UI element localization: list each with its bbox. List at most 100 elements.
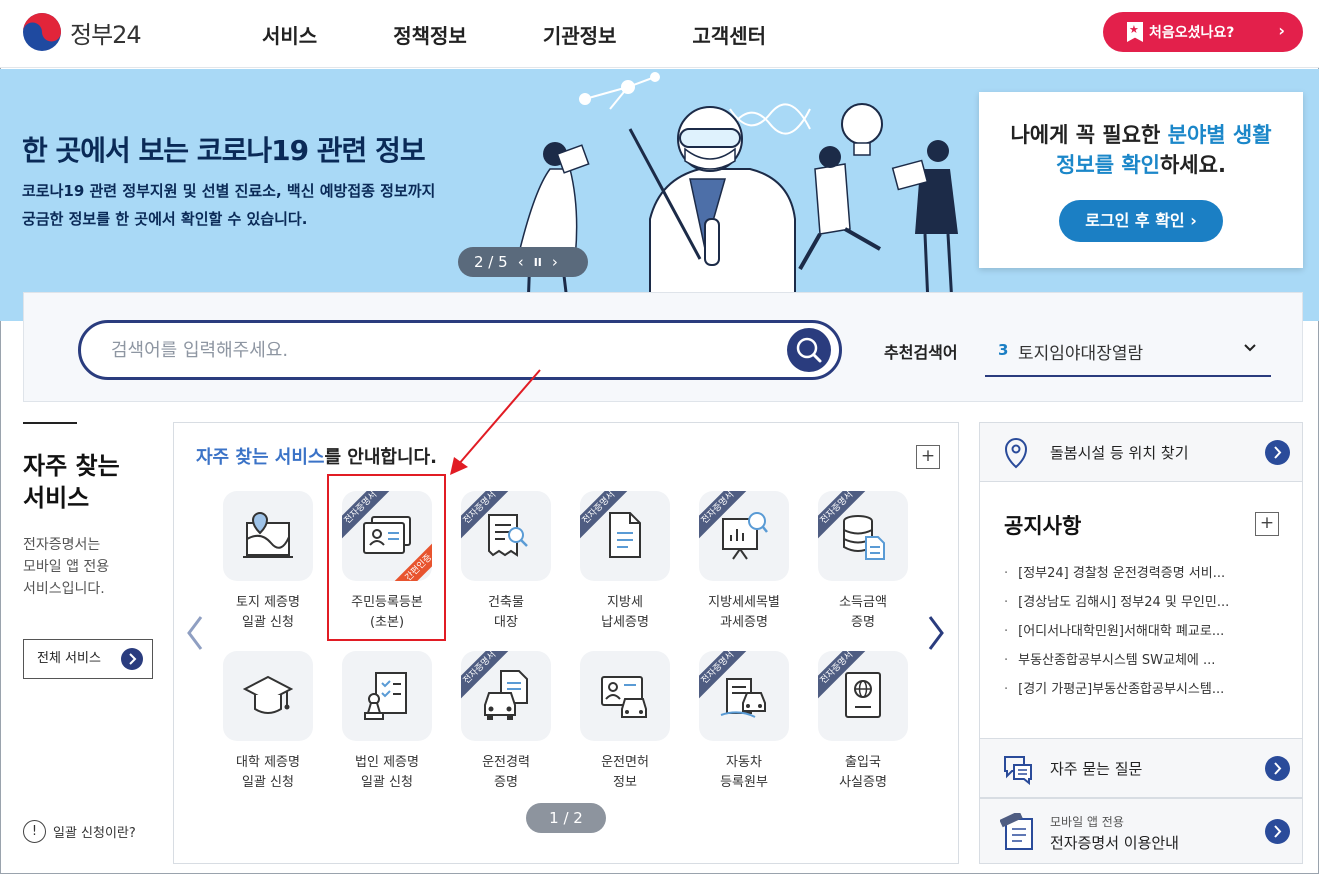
location-pin-icon xyxy=(1004,437,1028,469)
services-page-indicator: 1 / 2 xyxy=(526,803,606,833)
service-corporate-certificate[interactable]: 법인 제증명 일괄 신청 xyxy=(332,651,442,793)
notice-more-button[interactable]: + xyxy=(1255,512,1279,536)
notice-list: [정부24] 경찰청 운전경력증명 서비... [경상남도 김해시] 정부24 … xyxy=(1004,564,1294,709)
notice-item[interactable]: 부동산종합공부시스템 SW교체에 ... xyxy=(1004,651,1294,680)
faq-link[interactable]: 자주 묻는 질문 xyxy=(979,738,1303,798)
service-income-certificate[interactable]: 전자증명서 소득금액 증명 xyxy=(808,491,918,633)
info-icon: ! xyxy=(23,820,46,843)
notice-item[interactable]: [어디서나대학민원]서해대학 폐교로... xyxy=(1004,622,1294,651)
facility-finder-label: 돌봄시설 등 위치 찾기 xyxy=(1050,444,1189,462)
service-label: 소득금액 증명 xyxy=(839,595,887,630)
notice-item[interactable]: [경기 가평군]부동산종합공부시스템... xyxy=(1004,680,1294,709)
banner-prev-button[interactable]: ‹ xyxy=(518,253,524,271)
service-label: 법인 제증명 일괄 신청 xyxy=(355,755,419,790)
service-label: 지방세 납세증명 xyxy=(601,595,649,630)
section-title-line: 서비스 xyxy=(23,484,90,512)
taegeuk-logo-icon xyxy=(23,13,61,51)
batch-apply-help-link[interactable]: ! 일괄 신청이란? xyxy=(23,820,136,843)
svc-icon-box: 전자증명서 xyxy=(818,651,908,741)
svc-icon-box xyxy=(580,651,670,741)
banner-next-button[interactable]: › xyxy=(552,253,558,271)
login-promo-text: 나에게 꼭 필요한 분야별 생활 정보를 확인하세요. xyxy=(979,120,1303,180)
recommended-keyword-label: 추천검색어 xyxy=(884,343,958,362)
coins-document-icon xyxy=(843,515,885,560)
search-button[interactable] xyxy=(787,328,831,372)
notice-item[interactable]: [정부24] 경찰청 운전경력증명 서비... xyxy=(1004,564,1294,593)
bookmark-star-icon xyxy=(1127,22,1143,42)
services-heading-highlight: 자주 찾는 서비스 xyxy=(196,447,325,468)
service-label: 지방세세목별 과세증명 xyxy=(708,595,780,630)
login-check-button[interactable]: 로그인 후 확인 › xyxy=(1059,200,1223,242)
search-icon xyxy=(796,337,822,363)
banner-title: 한 곳에서 보는 코로나19 관련 정보 xyxy=(22,134,426,167)
services-next-button[interactable] xyxy=(924,613,948,653)
svc-icon-box: 전자증명서 xyxy=(699,491,789,581)
tax-document-icon xyxy=(609,512,641,558)
highlight-box xyxy=(327,474,446,641)
right-sidebar: 돌봄시설 등 위치 찾기 공지사항 + [정부24] 경찰청 운전경력증명 서비… xyxy=(979,422,1303,864)
services-prev-button[interactable] xyxy=(183,613,207,653)
svc-icon-box: 전자증명서 xyxy=(818,491,908,581)
login-text-part: 하세요. xyxy=(1159,153,1226,177)
land-map-icon xyxy=(243,511,293,558)
notice-title: 공지사항 xyxy=(1004,514,1082,538)
keyword-rank: 3 xyxy=(998,341,1009,359)
hero-banner[interactable]: 한 곳에서 보는 코로나19 관련 정보 코로나19 관련 정부지원 및 선별 … xyxy=(0,69,1319,321)
svc-icon-box xyxy=(223,491,313,581)
svc-icon-box xyxy=(342,651,432,741)
services-more-button[interactable]: + xyxy=(916,445,940,469)
divider xyxy=(23,422,77,424)
service-driver-license[interactable]: 운전면허 정보 xyxy=(570,651,680,793)
banner-description: 코로나19 관련 정부지원 및 선별 진료소, 백신 예방접종 정보까지 궁금한… xyxy=(22,177,435,233)
service-label: 토지 제증명 일괄 신청 xyxy=(236,595,300,630)
nav-customer-center[interactable]: 고객센터 xyxy=(692,20,766,49)
service-building-register[interactable]: 전자증명서 건축물 대장 xyxy=(451,491,561,633)
service-label: 자동차 등록원부 xyxy=(720,755,768,790)
section-desc-line: 전자증명서는 xyxy=(23,537,101,553)
all-services-button[interactable]: 전체 서비스 xyxy=(23,639,153,679)
building-document-icon xyxy=(488,514,528,557)
service-immigration-record[interactable]: 전자증명서 출입국 사실증명 xyxy=(808,651,918,793)
first-visit-button[interactable]: 처음오셨나요? › xyxy=(1103,12,1303,52)
service-local-tax-item[interactable]: 전자증명서 지방세세목별 과세증명 xyxy=(689,491,799,633)
service-vehicle-registry[interactable]: 전자증명서 자동차 등록원부 xyxy=(689,651,799,793)
passport-icon xyxy=(845,672,881,718)
service-label: 운전경력 증명 xyxy=(482,755,530,790)
recommended-keyword-dropdown[interactable]: 3 토지임야대장열람 xyxy=(985,329,1271,377)
nav-agency[interactable]: 기관정보 xyxy=(543,20,617,49)
service-label: 운전면허 정보 xyxy=(601,755,649,790)
service-local-tax-payment[interactable]: 전자증명서 지방세 납세증명 xyxy=(570,491,680,633)
notice-board: 공지사항 + [정부24] 경찰청 운전경력증명 서비... [경상남도 김해시… xyxy=(979,482,1303,738)
stamp-checklist-icon xyxy=(364,672,407,720)
facility-finder-link[interactable]: 돌봄시설 등 위치 찾기 xyxy=(979,422,1303,482)
service-land-certificate[interactable]: 토지 제증명 일괄 신청 xyxy=(213,491,323,633)
arrow-circle-icon xyxy=(1265,440,1290,465)
nav-services[interactable]: 서비스 xyxy=(262,20,317,49)
help-label: 일괄 신청이란? xyxy=(53,826,136,841)
faq-label: 자주 묻는 질문 xyxy=(1050,760,1143,778)
search-panel: 추천검색어 3 토지임야대장열람 xyxy=(23,292,1303,402)
header: 정부24 서비스 정책정보 기관정보 고객센터 처음오셨나요? › xyxy=(0,0,1319,68)
service-university-certificate[interactable]: 대학 제증명 일괄 신청 xyxy=(213,651,323,793)
logo-text: 정부24 xyxy=(70,20,142,49)
logo[interactable]: 정부24 xyxy=(22,12,142,52)
mobile-large-label: 전자증명서 이용안내 xyxy=(1050,834,1179,852)
chevron-down-icon xyxy=(1244,344,1256,352)
all-services-label: 전체 서비스 xyxy=(37,651,101,666)
login-text-highlight: 분야별 생활 xyxy=(1167,123,1272,147)
frequent-services-intro: 자주 찾는 서비스 전자증명서는 모바일 앱 전용 서비스입니다. xyxy=(23,422,153,600)
mobile-document-icon xyxy=(1000,813,1033,850)
svc-icon-box: 전자증명서 xyxy=(699,651,789,741)
banner-pause-button[interactable]: II xyxy=(534,256,542,269)
search-input[interactable] xyxy=(111,335,761,365)
notice-item[interactable]: [경상남도 김해시] 정부24 및 무인민... xyxy=(1004,593,1294,622)
nav-policy[interactable]: 정책정보 xyxy=(393,20,467,49)
section-description: 전자증명서는 모바일 앱 전용 서비스입니다. xyxy=(23,534,153,600)
car-registry-icon xyxy=(720,678,766,718)
arrow-circle-icon xyxy=(1265,756,1290,781)
section-desc-line: 서비스입니다. xyxy=(23,581,105,597)
banner-desc-line: 궁금한 정보를 한 곳에서 확인할 수 있습니다. xyxy=(22,210,308,228)
services-heading: 자주 찾는 서비스를 안내합니다. xyxy=(196,443,437,469)
mobile-e-certificate-link[interactable]: 모바일 앱 전용 전자증명서 이용안내 xyxy=(979,798,1303,864)
service-driving-record[interactable]: 전자증명서 운전경력 증명 xyxy=(451,651,561,793)
